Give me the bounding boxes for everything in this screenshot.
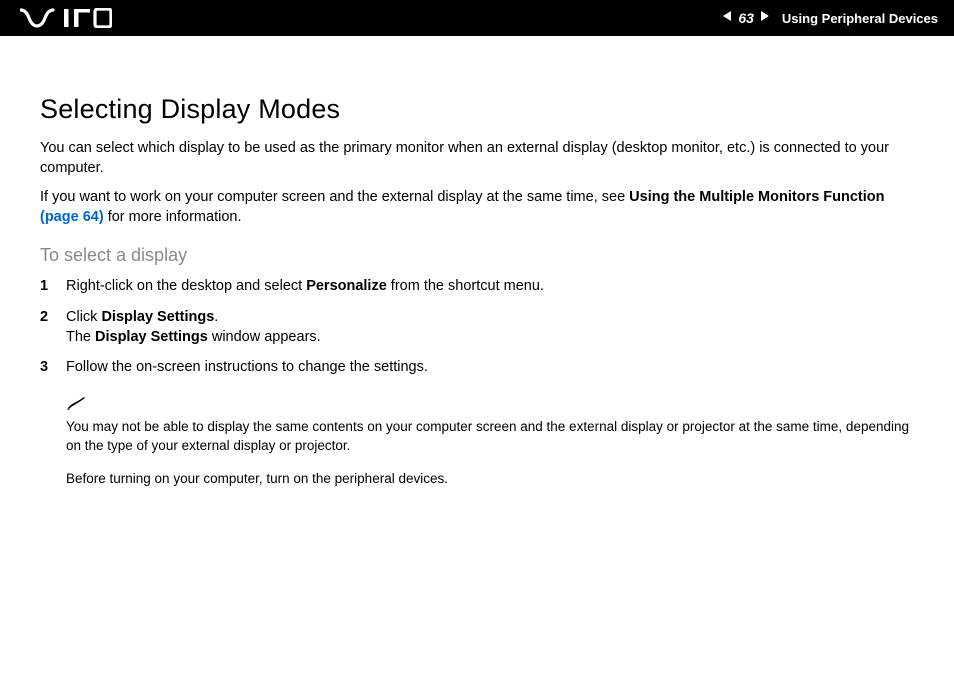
step-item: 2 Click Display Settings. The Display Se… (40, 307, 914, 348)
intro2-text-post: for more information. (104, 209, 242, 225)
step-item: 1 Right-click on the desktop and select … (40, 276, 914, 296)
step-item: 3 Follow the on-screen instructions to c… (40, 357, 914, 377)
step-number: 3 (40, 357, 66, 377)
intro2-text-pre: If you want to work on your computer scr… (40, 189, 629, 205)
note-text-2: Before turning on your computer, turn on… (66, 470, 914, 489)
header-right: 63 Using Peripheral Devices (720, 9, 938, 28)
step-text: Right-click on the desktop and select Pe… (66, 276, 914, 296)
step-number: 1 (40, 276, 66, 296)
section-label: Using Peripheral Devices (782, 11, 938, 26)
pencil-note-icon (66, 395, 914, 416)
vaio-logo (20, 8, 112, 28)
page-number: 63 (736, 10, 756, 26)
page-link-64[interactable]: (page 64) (40, 209, 104, 225)
intro2-bold: Using the Multiple Monitors Function (629, 189, 884, 205)
note-block: You may not be able to display the same … (66, 395, 914, 489)
header-bar: 63 Using Peripheral Devices (0, 0, 954, 36)
intro-paragraph-2: If you want to work on your computer scr… (40, 188, 914, 227)
step-number: 2 (40, 307, 66, 327)
note-text-1: You may not be able to display the same … (66, 418, 914, 456)
subheading: To select a display (40, 245, 914, 266)
nav-next-icon[interactable] (758, 9, 772, 28)
page-nav: 63 (720, 9, 772, 28)
nav-prev-icon[interactable] (720, 9, 734, 28)
step-list: 1 Right-click on the desktop and select … (40, 276, 914, 377)
page-title: Selecting Display Modes (40, 94, 914, 125)
content-area: Selecting Display Modes You can select w… (0, 36, 954, 489)
step-text: Click Display Settings. The Display Sett… (66, 307, 914, 348)
step-text: Follow the on-screen instructions to cha… (66, 357, 914, 377)
intro-paragraph-1: You can select which display to be used … (40, 139, 914, 178)
